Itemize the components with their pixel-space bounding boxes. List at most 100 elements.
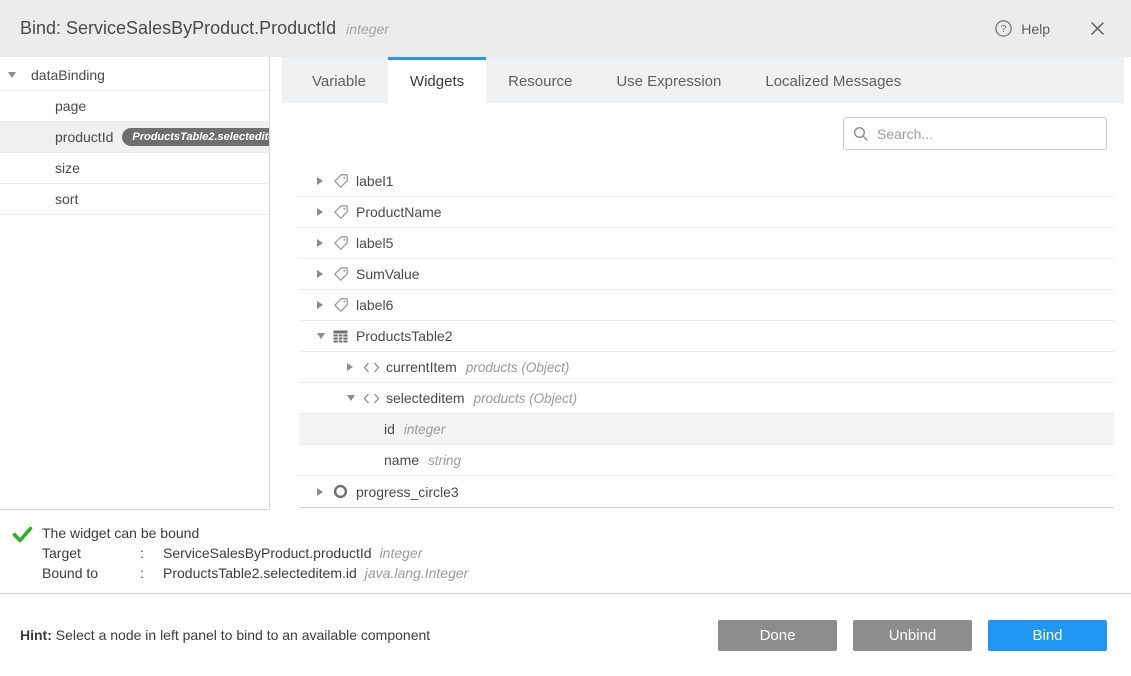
caret-down-icon[interactable] (347, 395, 363, 401)
status-target-row: Target : ServiceSalesByProduct.productId… (42, 543, 468, 563)
widget-node-label: label5 (356, 235, 393, 251)
caret-right-icon[interactable] (317, 301, 333, 309)
tab-localized-messages[interactable]: Localized Messages (743, 57, 923, 103)
close-button[interactable] (1090, 21, 1105, 36)
tab-variable[interactable]: Variable (290, 57, 388, 103)
widget-node-progress-circle3[interactable]: progress_circle3 (299, 476, 1114, 507)
binding-node-sort[interactable]: sort (0, 184, 269, 215)
widget-node-label: label1 (356, 173, 393, 189)
bind-dialog: Bind: ServiceSalesByProduct.ProductId in… (0, 0, 1131, 676)
widget-node-label1[interactable]: label1 (299, 166, 1114, 197)
help-label: Help (1021, 21, 1050, 37)
tab-widgets[interactable]: Widgets (388, 57, 486, 103)
help-button[interactable]: ? Help (995, 20, 1050, 37)
done-button[interactable]: Done (718, 620, 837, 651)
status-target-label: Target (42, 543, 140, 563)
binding-node-root[interactable]: dataBinding (0, 60, 269, 91)
widget-node-type: products (Object) (474, 391, 578, 406)
tag-icon (333, 173, 356, 189)
status-target-separator: : (140, 543, 163, 563)
code-icon (363, 362, 386, 373)
caret-right-icon[interactable] (317, 270, 333, 278)
widget-node-type: string (428, 453, 461, 468)
widget-node-type: integer (404, 422, 445, 437)
widget-node-sumvalue[interactable]: SumValue (299, 259, 1114, 290)
tag-icon (333, 297, 356, 313)
caret-right-icon[interactable] (317, 239, 333, 247)
widget-node-label6[interactable]: label6 (299, 290, 1114, 321)
tag-icon (333, 266, 356, 282)
dialog-footer: Hint: Select a node in left panel to bin… (0, 594, 1131, 676)
bind-button[interactable]: Bind (988, 620, 1107, 651)
widget-node-type: products (Object) (466, 360, 570, 375)
search-box (843, 117, 1107, 150)
binding-root-label: dataBinding (31, 67, 105, 83)
search-icon (853, 126, 869, 142)
tag-icon (333, 204, 356, 220)
widget-node-label: label6 (356, 297, 393, 313)
circle-icon (333, 484, 356, 499)
status-message: The widget can be bound (42, 523, 468, 543)
binding-node-size[interactable]: size (0, 153, 269, 184)
binding-tree: page productId ProductsTable2.selecteditem… (0, 91, 269, 215)
widget-node-label: ProductsTable2 (356, 328, 453, 344)
widget-node-label: name (384, 452, 419, 468)
caret-right-icon[interactable] (317, 208, 333, 216)
widget-node-label: SumValue (356, 266, 420, 282)
tag-icon (333, 235, 356, 251)
caret-down-icon[interactable] (317, 333, 333, 339)
caret-right-icon[interactable] (347, 363, 363, 371)
search-input[interactable] (843, 117, 1107, 150)
search-row (282, 117, 1107, 150)
status-boundto-value: ProductsTable2.selecteditem.id (163, 563, 357, 583)
widget-node-label5[interactable]: label5 (299, 228, 1114, 259)
main-panel: VariableWidgetsResourceUse ExpressionLoc… (270, 57, 1131, 510)
code-icon (363, 393, 386, 404)
widget-node-productname[interactable]: ProductName (299, 197, 1114, 228)
binding-panel: dataBinding page productId ProductsTable2.… (0, 57, 270, 510)
caret-right-icon[interactable] (317, 177, 333, 185)
dialog-body: dataBinding page productId ProductsTable2.… (0, 57, 1131, 510)
status-boundto-separator: : (140, 563, 163, 583)
close-icon (1090, 21, 1105, 36)
widget-tree: label1 ProductName label5 SumValue label6 Pro… (299, 166, 1114, 508)
tab-bar: VariableWidgetsResourceUse ExpressionLoc… (282, 57, 1124, 103)
check-icon (12, 523, 42, 593)
widget-node-label: ProductName (356, 204, 442, 220)
binding-node-productid[interactable]: productId ProductsTable2.selecteditem.id (0, 122, 269, 153)
binding-node-label: page (55, 98, 86, 114)
dialog-title: Bind: ServiceSalesByProduct.ProductId (20, 18, 336, 39)
table-icon (333, 330, 356, 343)
dialog-header: Bind: ServiceSalesByProduct.ProductId in… (0, 0, 1131, 57)
hint-text: Hint: Select a node in left panel to bin… (20, 627, 430, 643)
widget-node-label: selecteditem (386, 390, 465, 406)
unbind-button[interactable]: Unbind (853, 620, 972, 651)
widget-node-selecteditem[interactable]: selecteditem products (Object) (299, 383, 1114, 414)
binding-node-label: sort (55, 191, 78, 207)
binding-node-page[interactable]: page (0, 91, 269, 122)
status-target-value: ServiceSalesByProduct.productId (163, 543, 372, 563)
help-icon: ? (995, 20, 1012, 37)
binding-badge: ProductsTable2.selecteditem.id (122, 128, 269, 146)
caret-down-icon[interactable] (8, 72, 24, 78)
widget-node-id[interactable]: id integer (299, 414, 1114, 445)
widget-node-currentitem[interactable]: currentItem products (Object) (299, 352, 1114, 383)
dialog-title-type: integer (346, 21, 389, 37)
svg-text:?: ? (1001, 24, 1007, 35)
widget-node-productstable2[interactable]: ProductsTable2 (299, 321, 1114, 352)
status-boundto-row: Bound to : ProductsTable2.selecteditem.i… (42, 563, 468, 583)
status-target-type: integer (380, 543, 423, 563)
widget-node-label: progress_circle3 (356, 484, 459, 500)
tab-use-expression[interactable]: Use Expression (594, 57, 743, 103)
widget-node-name[interactable]: name string (299, 445, 1114, 476)
widget-node-label: id (384, 421, 395, 437)
hint-label: Hint: (20, 627, 52, 643)
status-boundto-type: java.lang.Integer (365, 563, 469, 583)
status-boundto-label: Bound to (42, 563, 140, 583)
binding-node-label: size (55, 160, 80, 176)
widget-node-label: currentItem (386, 359, 457, 375)
caret-right-icon[interactable] (317, 488, 333, 496)
binding-node-label: productId (55, 129, 113, 145)
status-section: The widget can be bound Target : Service… (0, 510, 1131, 594)
tab-resource[interactable]: Resource (486, 57, 594, 103)
